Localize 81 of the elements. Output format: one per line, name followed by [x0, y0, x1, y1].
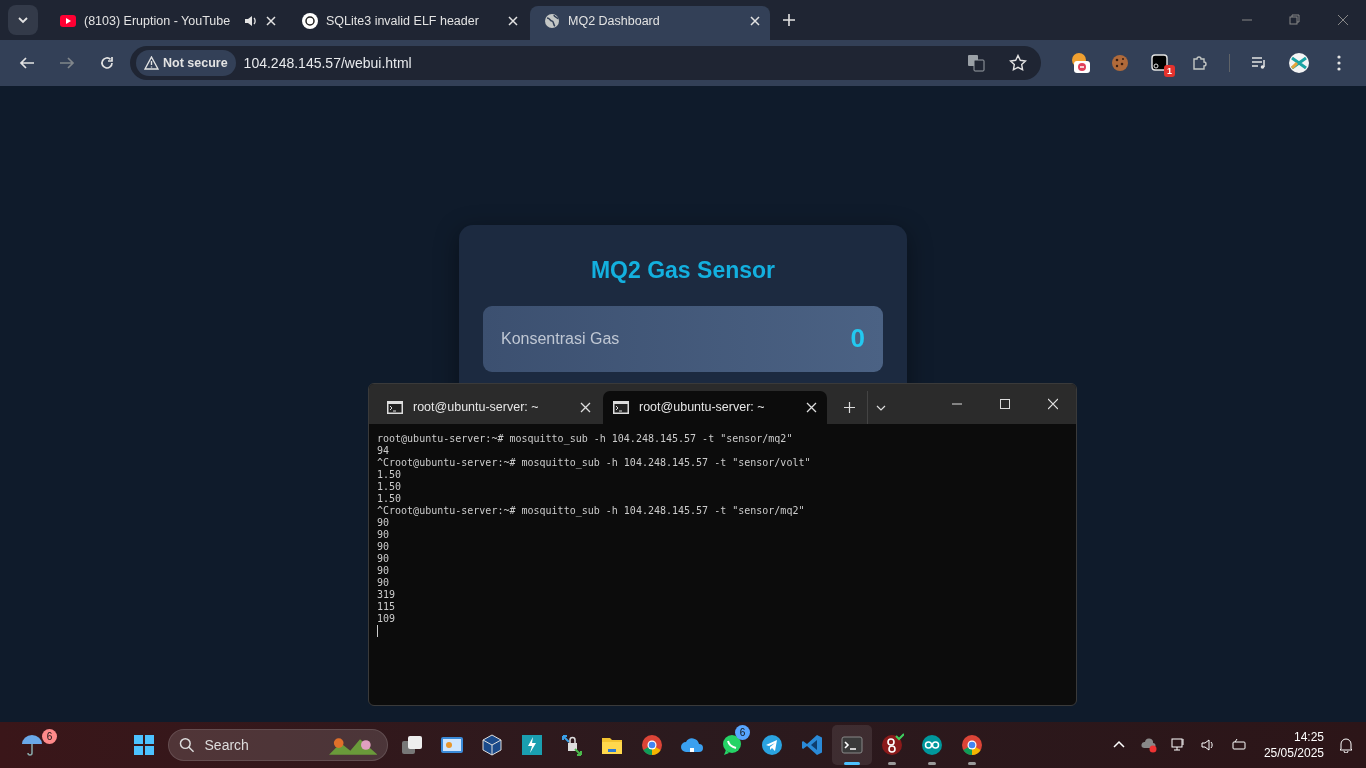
browser-tab[interactable]: (8103) Eruption - YouTube — [46, 6, 286, 40]
dropdown-icon[interactable] — [17, 14, 29, 26]
terminal-line: 90 — [377, 553, 391, 565]
terminal-line: 94 — [377, 445, 391, 457]
terminal-line: 90 — [377, 529, 391, 541]
network-icon[interactable] — [1170, 737, 1187, 753]
taskbar-search[interactable]: Search — [168, 729, 388, 761]
terminal-tab[interactable]: root@ubuntu-server: ~ — [377, 391, 601, 424]
taskbar-app[interactable] — [832, 725, 872, 765]
profile-avatar-icon[interactable] — [1288, 52, 1310, 74]
translate-icon[interactable] — [967, 54, 985, 72]
play-icon — [60, 13, 76, 29]
terminal-line: 109 — [377, 613, 397, 625]
running-indicator — [968, 762, 976, 765]
square-icon — [1151, 54, 1169, 72]
notification-badge: 1 — [1164, 65, 1175, 77]
dropdown-icon[interactable] — [875, 404, 886, 411]
stacked-windows-icon — [400, 733, 424, 757]
warning-icon — [144, 56, 159, 70]
extension-button[interactable]: 1 — [1143, 46, 1177, 80]
dashboard-title: MQ2 Gas Sensor — [589, 256, 777, 285]
bolt-icon — [520, 733, 544, 757]
search-icon — [179, 737, 195, 753]
chrome-logo-icon — [960, 733, 984, 757]
terminal-line: 1.50 — [377, 481, 403, 493]
terminal-line: 115 — [377, 601, 397, 613]
reload-icon[interactable] — [99, 55, 115, 71]
security-chip[interactable]: Not secure — [136, 50, 236, 76]
battery-icon[interactable] — [1230, 737, 1247, 753]
star-icon[interactable] — [1009, 54, 1027, 72]
terminal-line: 1.50 — [377, 493, 403, 505]
terminal-line: 90 — [377, 541, 391, 553]
windows-logo-icon — [132, 733, 156, 757]
terminal-line: 90 — [377, 577, 391, 589]
clock[interactable]: 14:25 25/05/2025 — [1263, 725, 1324, 765]
chrome-logo-icon — [640, 733, 664, 757]
terminal-line: ^Croot@ubuntu-server:~# mosquitto_sub -h 104.248.145.57 -t "sensor/volt" — [377, 457, 812, 469]
taskbar-app[interactable]: 6 — [712, 725, 752, 765]
bell-icon[interactable] — [1338, 737, 1354, 753]
weather-badge: 6 — [42, 729, 57, 744]
maximize-icon[interactable] — [1000, 398, 1010, 410]
code-editor-icon — [800, 733, 824, 757]
terminal-line: 319 — [377, 589, 397, 601]
cloud-error-icon[interactable] — [1140, 737, 1157, 753]
address-bar[interactable]: Not secure 104.248.145.57/webui.html — [130, 46, 1041, 80]
cube-icon — [480, 733, 504, 757]
globe-icon — [544, 13, 560, 29]
cookie-icon[interactable] — [1110, 53, 1130, 73]
search-input[interactable]: Search — [202, 733, 313, 757]
infinity-icon — [920, 733, 944, 757]
browser-tab[interactable]: MQ2 Dashboard — [530, 6, 770, 40]
menu-icon[interactable] — [1337, 55, 1341, 71]
reading-label: Konsentrasi Gas — [501, 328, 620, 349]
terminal-line: 1.50 — [377, 469, 403, 481]
terminal-line: 90 — [377, 517, 391, 529]
lock-arrows-icon — [560, 733, 584, 757]
text-cursor — [377, 625, 378, 637]
console-icon — [613, 401, 629, 414]
forward-icon[interactable] — [59, 55, 75, 71]
umbrella-icon[interactable] — [21, 733, 43, 757]
paper-plane-icon — [760, 733, 784, 757]
media-icon[interactable] — [1250, 54, 1268, 72]
running-indicator — [928, 762, 936, 765]
reading-value: 0 — [850, 322, 865, 355]
new-tab-icon[interactable] — [783, 14, 795, 26]
url-text: 104.248.145.57/webui.html — [243, 53, 413, 73]
notification-badge: 6 — [735, 725, 750, 740]
console-icon — [387, 401, 403, 414]
terminal-line: root@ubuntu-server:~# mosquitto_sub -h 104.248.145.57 -t "sensor/mq2" — [377, 433, 794, 445]
git-client-icon — [880, 733, 904, 757]
terminal-tab[interactable]: root@ubuntu-server: ~ — [603, 391, 827, 424]
terminal-line: 90 — [377, 565, 391, 577]
new-tab-icon[interactable] — [843, 402, 855, 413]
terminal-line: ^Croot@ubuntu-server:~# mosquitto_sub -h 104.248.145.57 -t "sensor/mq2" — [377, 505, 806, 517]
puzzle-icon[interactable] — [1191, 54, 1209, 72]
terminal-icon — [840, 733, 864, 757]
running-indicator — [888, 762, 896, 765]
browser-tab[interactable]: SQLite3 invalid ELF header — [288, 6, 528, 40]
back-icon[interactable] — [19, 55, 35, 71]
restore-icon[interactable] — [1289, 14, 1301, 26]
running-indicator — [844, 762, 860, 765]
